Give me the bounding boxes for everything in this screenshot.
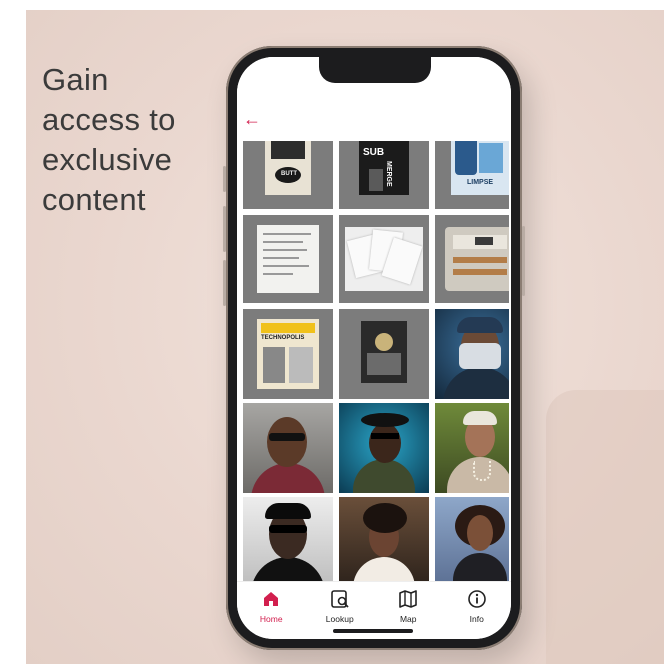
tab-map[interactable]: Map [378,588,438,624]
content-grid: BUTT SUB MERGE LIMPSE TECHNOPOLIS [239,141,509,581]
grid-item-poster-technopolis[interactable]: TECHNOPOLIS [243,309,333,399]
poster-text-sub: SUB [363,147,385,158]
grid-item-poster-submerge[interactable]: SUB MERGE [339,141,429,209]
grid-item-document-typed-list[interactable] [243,215,333,303]
grid-item-portrait-woman-profile[interactable] [339,497,429,581]
phone-screen: ← BUTT SUB MERGE LIMPSE TECHNOPOLIS Home… [237,57,511,639]
grid-item-portrait-woman-sunglasses[interactable] [243,497,333,581]
info-icon [467,588,487,610]
promo-background: Gain access to exclusive content ← BUTT [26,10,664,664]
grid-item-document-papers-stack[interactable] [339,215,429,303]
grid-item-portrait-masked-man[interactable] [435,309,509,399]
phone-mockup: ← BUTT SUB MERGE LIMPSE TECHNOPOLIS Home… [223,46,525,650]
phone-notch [319,57,431,83]
home-icon [262,588,280,610]
poster-text-merge: MERGE [385,161,392,187]
grid-item-portrait-man-hat[interactable] [339,403,429,493]
grid-item-portrait-woman-afro[interactable] [435,497,509,581]
grid-item-portrait-man-glasses[interactable] [243,403,333,493]
back-arrow-icon[interactable]: ← [243,109,261,130]
promo-headline: Gain access to exclusive content [42,62,176,217]
phone-power-button [522,226,525,296]
home-indicator [333,629,413,633]
poster-text-butt: BUTT [281,171,297,177]
grid-item-poster-black-white[interactable] [339,309,429,399]
phone-volume-up [223,206,226,252]
tab-home[interactable]: Home [241,588,301,624]
map-icon [398,588,418,610]
poster-text-technopolis: TECHNOPOLIS [261,335,305,341]
tab-lookup-label: Lookup [325,614,354,624]
background-shadow [546,390,664,664]
lookup-icon [330,588,350,610]
tab-lookup[interactable]: Lookup [310,588,370,624]
grid-item-poster-the-butt[interactable]: BUTT [243,141,333,209]
grid-item-portrait-woman-necklace[interactable] [435,403,509,493]
tab-info-label: Info [469,614,484,624]
phone-volume-down [223,260,226,306]
grid-item-poster-glimpse[interactable]: LIMPSE [435,141,509,209]
tab-map-label: Map [399,614,417,624]
phone-silent-switch [223,166,226,192]
poster-text-glimpse: LIMPSE [467,179,494,186]
tab-info[interactable]: Info [447,588,507,624]
tab-home-label: Home [259,614,283,624]
grid-item-drum-machine-photo[interactable] [435,215,509,303]
